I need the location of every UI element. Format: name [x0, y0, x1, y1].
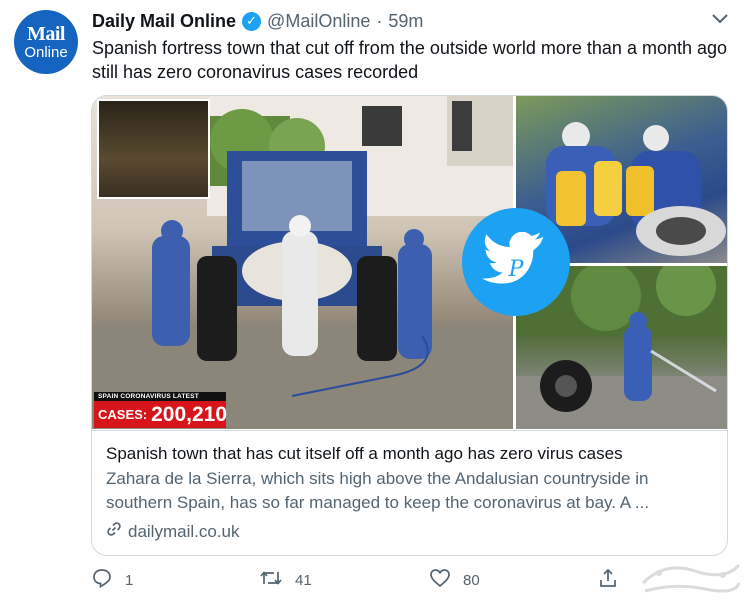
verified-badge-icon: ✓ — [242, 11, 262, 31]
avatar-text-line1: Mail — [27, 23, 66, 45]
reply-count: 1 — [125, 571, 134, 589]
card-domain-text: dailymail.co.uk — [128, 521, 240, 541]
heart-icon — [429, 567, 451, 593]
share-button[interactable] — [597, 567, 619, 593]
card-image-main: SPAIN CORONAVIRUS LATEST CASES: 200,210 — [92, 96, 513, 429]
card-body[interactable]: Spanish town that has cut itself off a m… — [92, 430, 727, 555]
avatar[interactable]: Mail Online — [14, 10, 78, 74]
retweet-count: 41 — [295, 571, 312, 589]
reply-icon — [91, 567, 113, 593]
card-title[interactable]: Spanish town that has cut itself off a m… — [106, 443, 715, 465]
like-button[interactable]: 80 — [429, 567, 597, 593]
svg-text:P: P — [508, 257, 525, 282]
watermark-logo — [635, 553, 745, 599]
cases-overlay-caption: SPAIN CORONAVIRUS LATEST — [94, 392, 226, 401]
cases-overlay-label: CASES: — [98, 407, 148, 422]
tweet-actions: 1 41 80 — [91, 568, 631, 592]
avatar-text-line2: Online — [24, 44, 68, 61]
cases-overlay: SPAIN CORONAVIRUS LATEST CASES: 200,210 — [94, 392, 228, 428]
retweet-button[interactable]: 41 — [259, 567, 429, 593]
share-icon — [597, 567, 619, 593]
card-domain[interactable]: dailymail.co.uk — [106, 521, 715, 542]
retweet-icon — [259, 567, 283, 593]
cases-overlay-value: 200,210 — [151, 402, 228, 426]
link-card[interactable]: SPAIN CORONAVIRUS LATEST CASES: 200,210 — [91, 95, 728, 556]
tweet-header: Daily Mail Online ✓ @MailOnline · 59m — [92, 8, 423, 34]
inset-night-photo — [97, 99, 210, 199]
separator-dot: · — [376, 10, 383, 31]
reply-button[interactable]: 1 — [91, 567, 259, 593]
timestamp[interactable]: 59m — [388, 11, 423, 32]
twitter-bird-logo-icon: P — [462, 208, 570, 316]
more-options-chevron-icon[interactable] — [709, 8, 731, 30]
tweet-text: Spanish fortress town that cut off from … — [92, 38, 728, 82]
author-name[interactable]: Daily Mail Online — [92, 11, 236, 32]
like-count: 80 — [463, 571, 480, 589]
card-description: Zahara de la Sierra, which sits high abo… — [106, 469, 650, 512]
author-handle[interactable]: @MailOnline — [267, 11, 370, 32]
tweet[interactable]: Mail Online Daily Mail Online ✓ @MailOnl… — [0, 0, 749, 603]
link-icon — [106, 521, 122, 542]
